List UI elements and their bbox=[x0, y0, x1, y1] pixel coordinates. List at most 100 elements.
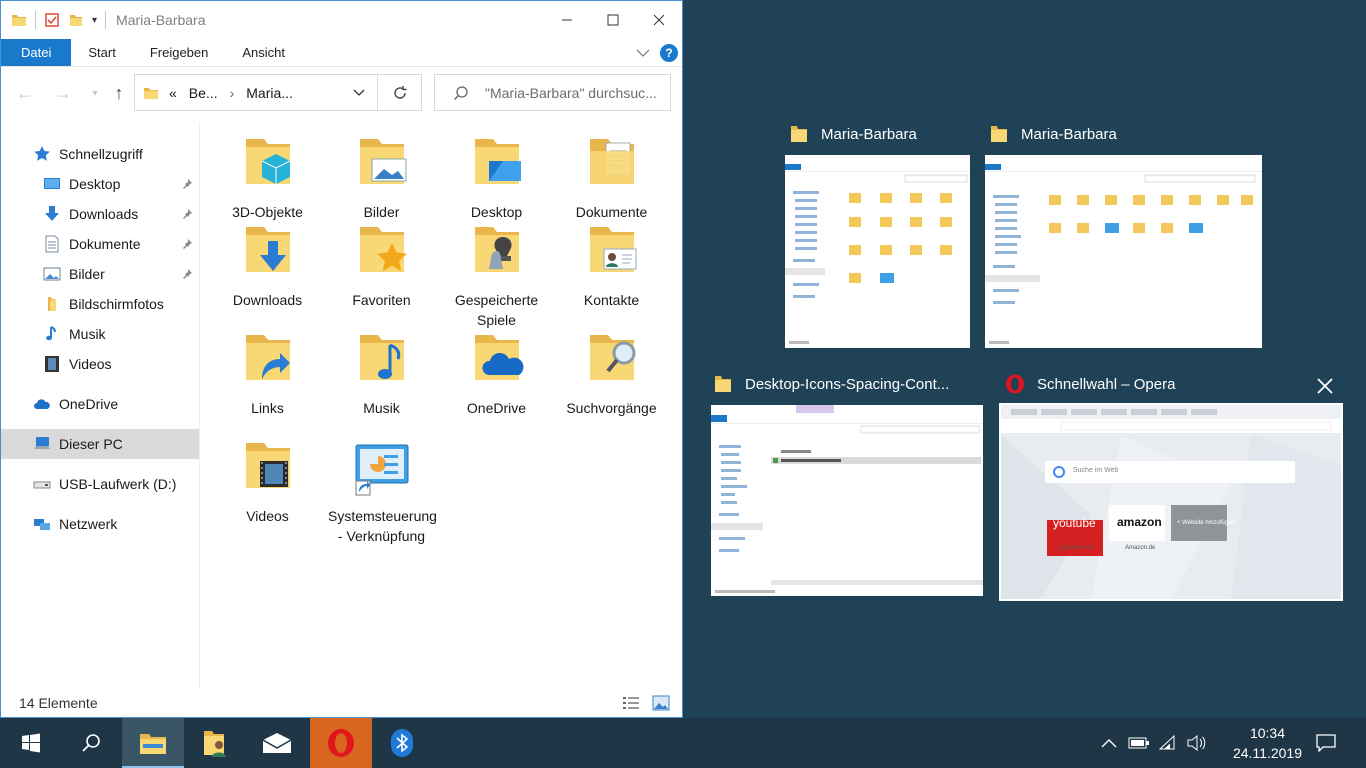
close-snap-thumb-icon[interactable] bbox=[1316, 377, 1334, 395]
tray-volume[interactable] bbox=[1184, 718, 1210, 768]
snap-thumb-title-1: Maria-Barbara bbox=[789, 124, 917, 144]
grid-item-control-panel-shortcut[interactable]: Systemsteuerung - Verknüpfung bbox=[324, 429, 439, 546]
folder-icon bbox=[144, 87, 158, 99]
snap-title-text: Maria-Barbara bbox=[821, 125, 917, 143]
recent-locations-button[interactable]: ▾ bbox=[83, 81, 107, 105]
snap-title-text: Schnellwahl – Opera bbox=[1037, 375, 1176, 393]
breadcrumb-current[interactable]: Maria... bbox=[246, 85, 293, 101]
close-button[interactable] bbox=[636, 1, 682, 39]
help-icon[interactable]: ? bbox=[660, 44, 678, 62]
pin-icon[interactable] bbox=[181, 208, 193, 220]
refresh-icon bbox=[393, 85, 406, 99]
grid-item-contacts[interactable]: Kontakte bbox=[554, 213, 669, 310]
snap-thumb-2[interactable] bbox=[985, 155, 1262, 348]
nav-desktop[interactable]: Desktop bbox=[1, 169, 199, 199]
grid-item-documents[interactable]: Dokumente bbox=[554, 125, 669, 222]
taskbar-bluetooth[interactable] bbox=[371, 718, 433, 768]
large-icons-view-icon[interactable] bbox=[652, 695, 670, 711]
tray-show-hidden[interactable] bbox=[1096, 718, 1122, 768]
onedrive-folder-icon bbox=[474, 335, 523, 380]
snap-thumb-1[interactable] bbox=[785, 155, 970, 348]
taskbar-mail[interactable] bbox=[246, 718, 308, 768]
grid-item-3d-objects[interactable]: 3D-Objekte bbox=[210, 125, 325, 222]
grid-item-desktop[interactable]: Desktop bbox=[439, 125, 554, 222]
snap-thumb-title-3: Desktop-Icons-Spacing-Cont... bbox=[713, 374, 949, 394]
file-explorer-window: ▾ Maria-Barbara Datei Start Freigeben An… bbox=[0, 0, 683, 718]
back-button[interactable]: ← bbox=[13, 81, 37, 105]
folder-icon bbox=[991, 126, 1007, 142]
tab-view[interactable]: Ansicht bbox=[225, 39, 302, 66]
clock[interactable]: 10:34 24.11.2019 bbox=[1233, 723, 1302, 763]
file-explorer-icon bbox=[140, 734, 166, 754]
tray-wifi[interactable] bbox=[1156, 718, 1182, 768]
title-bar[interactable]: ▾ Maria-Barbara bbox=[1, 1, 682, 39]
nav-network[interactable]: Netzwerk bbox=[1, 509, 199, 539]
properties-icon[interactable] bbox=[44, 12, 60, 28]
nav-videos[interactable]: Videos bbox=[1, 349, 199, 379]
tab-file[interactable]: Datei bbox=[1, 39, 72, 66]
grid-item-saved-games[interactable]: Gespeicherte Spiele bbox=[439, 213, 554, 330]
window-preview-explorer bbox=[985, 155, 1262, 348]
nav-label: Desktop bbox=[69, 176, 121, 192]
pin-icon[interactable] bbox=[181, 178, 193, 190]
item-label: Suchvorgänge bbox=[566, 400, 657, 416]
snap-thumb-title-4: Schnellwahl – Opera bbox=[1005, 374, 1175, 394]
pin-icon[interactable] bbox=[181, 238, 193, 250]
tab-share[interactable]: Freigeben bbox=[133, 39, 226, 66]
view-buttons bbox=[622, 695, 670, 711]
pane-divider[interactable] bbox=[199, 123, 200, 688]
pin-icon[interactable] bbox=[181, 268, 193, 280]
grid-item-music[interactable]: Musik bbox=[324, 321, 439, 418]
grid-item-pictures[interactable]: Bilder bbox=[324, 125, 439, 222]
new-folder-icon[interactable] bbox=[68, 12, 84, 28]
tab-start[interactable]: Start bbox=[71, 39, 132, 66]
folder-icon bbox=[12, 15, 26, 26]
address-bar[interactable]: « Be... › Maria... bbox=[134, 74, 378, 111]
taskbar-file-explorer[interactable] bbox=[122, 718, 184, 768]
nav-documents[interactable]: Dokumente bbox=[1, 229, 199, 259]
taskbar-user-folder[interactable] bbox=[184, 718, 246, 768]
nav-downloads[interactable]: Downloads bbox=[1, 199, 199, 229]
up-button[interactable]: ↑ bbox=[107, 81, 131, 105]
nav-this-pc[interactable]: Dieser PC bbox=[1, 429, 199, 459]
nav-music[interactable]: Musik bbox=[1, 319, 199, 349]
nav-label: Musik bbox=[69, 326, 106, 342]
breadcrumb-parent[interactable]: Be... bbox=[189, 85, 218, 101]
customize-qa-chevron-icon[interactable]: ▾ bbox=[92, 15, 97, 26]
maximize-button[interactable] bbox=[590, 1, 636, 39]
notification-icon bbox=[1316, 734, 1336, 752]
desktop-icon bbox=[44, 178, 60, 189]
nav-screenshots[interactable]: Bildschirmfotos bbox=[1, 289, 199, 319]
search-button[interactable] bbox=[60, 718, 122, 768]
taskbar-opera[interactable] bbox=[310, 718, 372, 768]
nav-label: Dieser PC bbox=[59, 436, 123, 452]
nav-pictures[interactable]: Bilder bbox=[1, 259, 199, 289]
grid-item-videos[interactable]: Videos bbox=[210, 429, 325, 526]
grid-item-favorites[interactable]: Favoriten bbox=[324, 213, 439, 310]
snap-thumb-3[interactable] bbox=[711, 405, 983, 596]
start-button[interactable] bbox=[0, 718, 62, 768]
details-view-icon[interactable] bbox=[622, 695, 640, 711]
search-box[interactable]: "Maria-Barbara" durchsuc... bbox=[434, 74, 671, 111]
breadcrumb-separator[interactable]: › bbox=[230, 85, 235, 101]
address-overflow[interactable]: « bbox=[169, 85, 177, 101]
nav-onedrive[interactable]: OneDrive bbox=[1, 389, 199, 419]
refresh-button[interactable] bbox=[378, 74, 422, 111]
item-label: Favoriten bbox=[352, 292, 411, 308]
speed-dial-youtube: youtube bbox=[1053, 516, 1096, 530]
grid-item-links[interactable]: Links bbox=[210, 321, 325, 418]
minimize-button[interactable] bbox=[544, 1, 590, 39]
grid-item-searches[interactable]: Suchvorgänge bbox=[554, 321, 669, 418]
nav-usb-drive[interactable]: USB-Laufwerk (D:) bbox=[1, 469, 199, 499]
grid-item-downloads[interactable]: Downloads bbox=[210, 213, 325, 310]
forward-button[interactable]: → bbox=[51, 81, 75, 105]
action-center-button[interactable] bbox=[1306, 718, 1346, 768]
address-dropdown-chevron-icon[interactable] bbox=[353, 89, 365, 97]
expand-ribbon-chevron-icon[interactable] bbox=[636, 48, 650, 58]
chevron-down-icon: ▾ bbox=[92, 87, 98, 99]
grid-item-onedrive[interactable]: OneDrive bbox=[439, 321, 554, 418]
speaker-icon bbox=[1187, 735, 1206, 751]
tray-battery[interactable] bbox=[1126, 718, 1152, 768]
snap-thumb-4[interactable]: Suche im Web youtube youtube.com amazon … bbox=[999, 403, 1343, 601]
nav-quick-access[interactable]: Schnellzugriff bbox=[1, 139, 199, 169]
